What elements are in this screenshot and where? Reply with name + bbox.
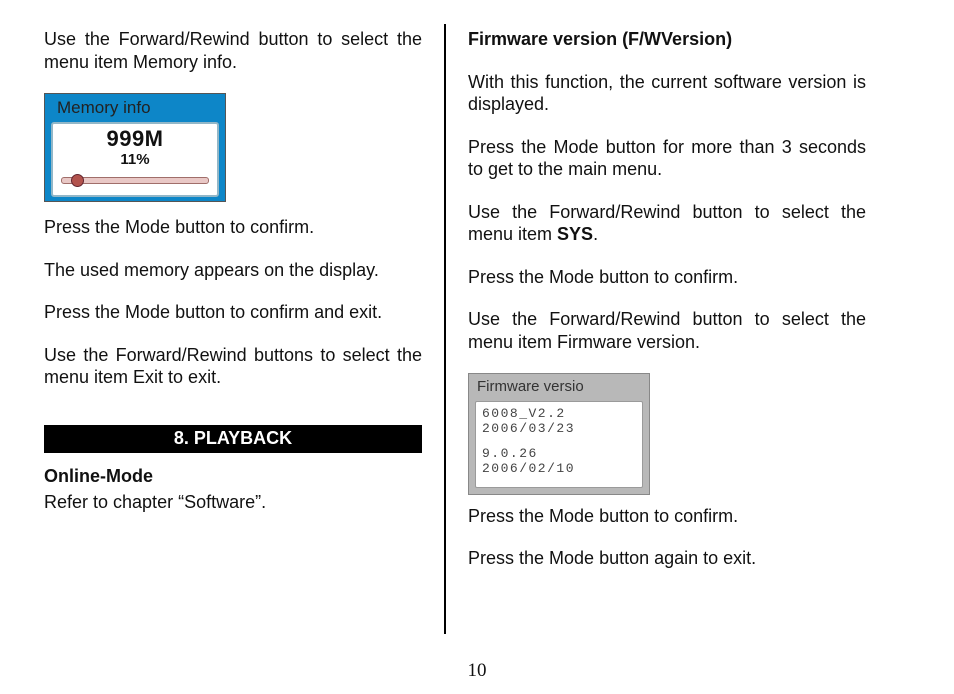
online-mode-text: Refer to chapter “Software”.: [44, 491, 422, 514]
section-header-playback: 8. PLAYBACK: [44, 425, 422, 453]
firmware-screen: Firmware versio 6008_V2.2 2006/03/23 9.0…: [468, 373, 650, 495]
left-p4: Press the Mode button to confirm and exi…: [44, 301, 422, 324]
manual-page: Use the Forward/Rewind button to select …: [0, 0, 954, 640]
firmware-heading: Firmware version (F/WVersion): [468, 28, 866, 51]
left-p5: Use the Forward/Rewind buttons to select…: [44, 344, 422, 389]
memory-slider-knob: [71, 174, 84, 187]
right-p3c: .: [593, 224, 598, 244]
memory-info-title: Memory info: [45, 94, 225, 122]
right-p7: Press the Mode button again to exit.: [468, 547, 866, 570]
left-column: Use the Forward/Rewind button to select …: [44, 28, 444, 630]
page-number: 10: [0, 660, 954, 682]
online-mode-heading: Online-Mode: [44, 465, 422, 488]
memory-info-box: 999M 11%: [51, 122, 219, 197]
fw-line3: 9.0.26: [482, 447, 636, 462]
memory-info-value: 999M: [57, 128, 213, 150]
right-p3a: Use the Forward/Rewind button to select …: [468, 202, 866, 245]
left-p1: Use the Forward/Rewind button to select …: [44, 28, 422, 73]
fw-line1: 6008_V2.2: [482, 407, 636, 422]
right-p1: With this function, the current software…: [468, 71, 866, 116]
fw-line4: 2006/02/10: [482, 462, 636, 477]
fw-line2: 2006/03/23: [482, 422, 636, 437]
right-p5: Use the Forward/Rewind button to select …: [468, 308, 866, 353]
firmware-screen-box: 6008_V2.2 2006/03/23 9.0.26 2006/02/10: [475, 401, 643, 488]
left-p3: The used memory appears on the display.: [44, 259, 422, 282]
memory-slider: [61, 173, 209, 187]
right-p2: Press the Mode button for more than 3 se…: [468, 136, 866, 181]
left-p2: Press the Mode button to confirm.: [44, 216, 422, 239]
memory-info-percent: 11%: [57, 152, 213, 167]
memory-info-screen: Memory info 999M 11%: [44, 93, 226, 202]
right-p6: Press the Mode button to confirm.: [468, 505, 866, 528]
right-p3: Use the Forward/Rewind button to select …: [468, 201, 866, 246]
firmware-screen-title: Firmware versio: [469, 374, 649, 401]
right-p4: Press the Mode button to confirm.: [468, 266, 866, 289]
right-column: Firmware version (F/WVersion) With this …: [446, 28, 866, 630]
right-p3-sys: SYS: [557, 224, 593, 244]
